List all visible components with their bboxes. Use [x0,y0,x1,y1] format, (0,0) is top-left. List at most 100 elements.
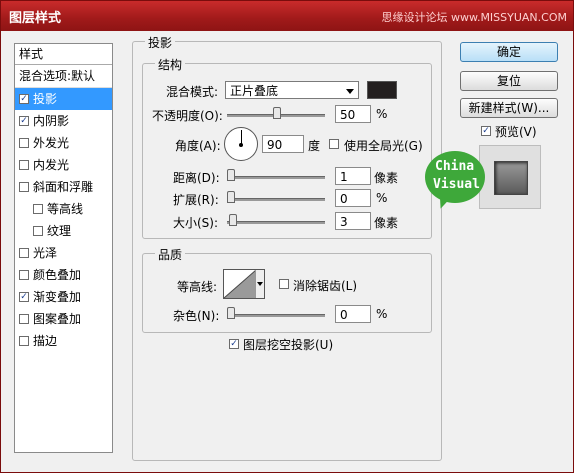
size-slider-thumb[interactable] [228,214,237,226]
anti-alias-checkbox[interactable] [279,279,289,289]
size-label: 大小(S): [173,216,219,230]
blend-mode-label: 混合模式: [166,85,219,99]
china-visual-logo-line2: Visual [433,177,480,192]
angle-dial[interactable] [224,127,258,161]
knockout-label[interactable]: 图层挖空投影(U) [243,336,333,353]
noise-input[interactable]: 0 [335,305,371,323]
ok-button[interactable]: 确定 [460,42,558,62]
blend-mode-value: 正片叠底 [230,84,279,98]
styles-list: 样式 混合选项:默认 ✓ 投影 ✓ 内阴影外发光内发光斜面和浮雕等高线纹理光泽颜色叠加 ✓… [14,43,113,453]
style-item-6[interactable]: 等高线 [15,198,112,220]
style-item-8[interactable]: 光泽 [15,242,112,264]
style-item-checkbox[interactable] [19,138,29,148]
style-item-label: 斜面和浮雕 [33,180,94,194]
style-item-11[interactable]: 图案叠加 [15,308,112,330]
preview-label[interactable]: 预览(V) [495,123,537,140]
opacity-input[interactable]: 50 [335,105,371,123]
style-item-label: 纹理 [47,224,72,238]
style-item-label: 描边 [33,334,58,348]
distance-input[interactable]: 1 [335,167,371,185]
blend-mode-select[interactable]: 正片叠底 [225,81,359,99]
contour-curve-icon [224,270,256,298]
shadow-color-swatch[interactable] [367,81,397,99]
spread-input[interactable]: 0 [335,189,371,207]
style-item-9[interactable]: 颜色叠加 [15,264,112,286]
preview-checkbox[interactable]: ✓ [481,126,491,136]
chevron-down-icon [346,89,354,94]
global-light-label[interactable]: 使用全局光(G) [344,137,423,154]
style-item-10[interactable]: ✓ 渐变叠加 [15,286,112,308]
angle-label: 角度(A): [175,139,221,153]
china-visual-logo-line1: China [435,159,475,174]
style-item-checkbox[interactable]: ✓ [19,94,29,104]
title-bar[interactable]: 图层样式 思缘设计论坛 www.MISSYUAN.COM [1,1,573,31]
noise-label: 杂色(N): [173,309,220,323]
style-item-1[interactable]: ✓ 投影 [15,88,112,110]
size-slider-track[interactable] [227,221,325,224]
preview-swatch [494,161,528,195]
style-item-label: 外发光 [33,136,70,150]
spread-slider-thumb[interactable] [227,191,235,203]
opacity-slider-thumb[interactable] [273,107,281,119]
style-item-5[interactable]: 斜面和浮雕 [15,176,112,198]
structure-title: 结构 [155,56,186,73]
spread-slider-track[interactable] [227,198,325,201]
size-input[interactable]: 3 [335,212,371,230]
style-item-checkbox[interactable] [19,270,29,280]
distance-label: 距离(D): [173,171,220,185]
preview-thumbnail [479,145,541,209]
style-item-4[interactable]: 内发光 [15,154,112,176]
size-unit: 像素 [374,216,399,230]
style-item-checkbox[interactable] [33,204,43,214]
global-light-checkbox[interactable] [329,139,339,149]
styles-header[interactable]: 样式 [15,44,112,65]
style-item-label: 等高线 [47,202,84,216]
contour-label: 等高线: [177,280,218,294]
style-item-checkbox[interactable] [19,160,29,170]
style-item-checkbox[interactable] [19,314,29,324]
style-item-label: 内发光 [33,158,70,172]
style-item-label: 光泽 [33,246,58,260]
noise-slider-thumb[interactable] [227,307,235,319]
style-item-0[interactable]: 混合选项:默认 [15,65,112,88]
style-item-label: 渐变叠加 [33,290,82,304]
style-item-label: 混合选项:默认 [19,69,96,83]
style-item-7[interactable]: 纹理 [15,220,112,242]
new-style-button[interactable]: 新建样式(W)... [460,98,558,118]
knockout-checkbox[interactable]: ✓ [229,339,239,349]
style-item-label: 图案叠加 [33,312,82,326]
style-item-checkbox[interactable] [19,182,29,192]
noise-slider-track[interactable] [227,314,325,317]
spread-unit: % [376,191,388,205]
style-item-2[interactable]: ✓ 内阴影 [15,110,112,132]
style-item-checkbox[interactable] [33,226,43,236]
style-item-label: 内阴影 [33,114,70,128]
distance-slider-track[interactable] [227,176,325,179]
spread-label: 扩展(R): [173,193,219,207]
drop-shadow-title: 投影 [145,34,176,51]
style-item-label: 颜色叠加 [33,268,82,282]
angle-input[interactable]: 90 [262,135,304,153]
opacity-label: 不透明度(O): [152,109,223,123]
opacity-unit: % [376,107,388,121]
noise-unit: % [376,307,388,321]
reset-button[interactable]: 复位 [460,71,558,91]
style-item-label: 投影 [33,92,58,106]
quality-title: 品质 [155,246,186,263]
anti-alias-label[interactable]: 消除锯齿(L) [293,277,357,294]
angle-unit: 度 [308,139,321,153]
style-item-checkbox[interactable] [19,248,29,258]
contour-picker[interactable] [223,269,265,299]
style-item-checkbox[interactable]: ✓ [19,292,29,302]
window-title: 图层样式 [9,11,62,26]
distance-slider-thumb[interactable] [227,169,235,181]
style-item-checkbox[interactable]: ✓ [19,116,29,126]
style-item-3[interactable]: 外发光 [15,132,112,154]
distance-unit: 像素 [374,171,399,185]
style-item-checkbox[interactable] [19,336,29,346]
angle-center-dot [239,143,243,147]
layer-style-dialog: 图层样式 思缘设计论坛 www.MISSYUAN.COM 样式 混合选项:默认 ✓… [0,0,574,473]
contour-dropdown-arrow[interactable] [255,270,264,298]
style-item-12[interactable]: 描边 [15,330,112,352]
watermark-text: 思缘设计论坛 www.MISSYUAN.COM [381,11,567,24]
